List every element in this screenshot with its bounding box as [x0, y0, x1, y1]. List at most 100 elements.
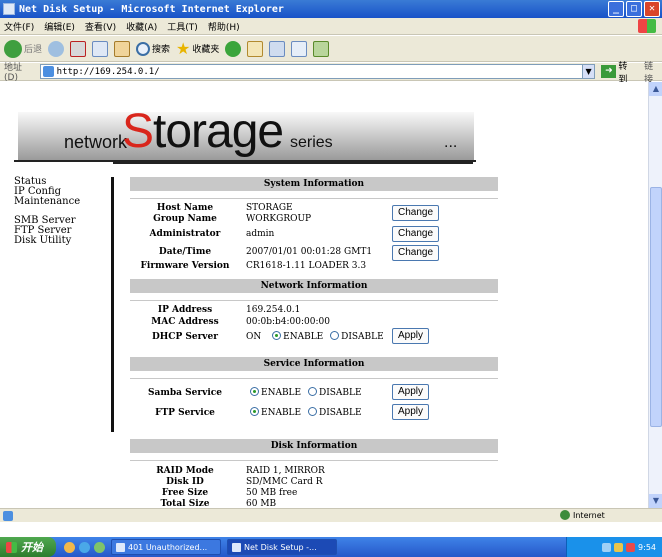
maximize-button[interactable]: □	[626, 1, 642, 17]
messenger-icon[interactable]	[313, 40, 330, 57]
network-info-header: Network Information	[130, 279, 498, 293]
search-icon	[136, 41, 151, 56]
ie-task-icon	[232, 542, 241, 552]
tray-volume-icon[interactable]	[614, 542, 624, 552]
free-size-value: 50 MB free	[246, 487, 298, 498]
taskbar-item-unauthorized[interactable]: 401 Unauthorized...	[111, 539, 221, 555]
start-button[interactable]: 开始	[0, 537, 56, 557]
date-time-value: 2007/01/01 00:01:28 GMT1	[246, 246, 373, 257]
logo-storage-s: S	[122, 105, 154, 158]
disk-id-label: Disk ID	[166, 476, 204, 487]
edit-icon[interactable]	[291, 40, 308, 57]
minimize-button[interactable]: _	[608, 1, 624, 17]
search-label: 搜索	[152, 45, 171, 55]
ftp-disable-label: DISABLE	[318, 408, 362, 418]
logo-series-text: series	[290, 134, 333, 151]
logo-dots: ...	[444, 134, 458, 151]
samba-enable-radio[interactable]	[250, 387, 259, 396]
change-host-button[interactable]: Change	[392, 205, 440, 221]
disk-info-section: RAID Mode RAID 1, MIRROR Disk ID SD/MMC …	[130, 453, 498, 508]
menu-tools[interactable]: 工具(T)	[167, 20, 198, 33]
menu-favorites[interactable]: 收藏(A)	[126, 20, 157, 33]
quick-launch-ie-icon[interactable]	[79, 541, 90, 553]
search-button[interactable]: 搜索	[136, 41, 171, 56]
favorites-button[interactable]: ★ 收藏夹	[176, 40, 219, 57]
service-info-header: Service Information	[130, 357, 498, 371]
scroll-thumb[interactable]	[650, 187, 662, 427]
dhcp-options: ON ENABLE DISABLE	[240, 331, 384, 342]
nav-maintenance[interactable]: Maintenance	[14, 197, 109, 207]
go-label: 转到	[618, 61, 628, 85]
system-info-section: Host Name STORAGE Group Name WORKGROUP A…	[130, 191, 498, 271]
samba-apply-button[interactable]: Apply	[392, 384, 430, 400]
nav-disk-utility[interactable]: Disk Utility	[14, 236, 109, 246]
close-button[interactable]: ✕	[644, 1, 660, 17]
dhcp-server-row: DHCP Server ON ENABLE DISABLE	[130, 330, 384, 343]
samba-service-row: Samba Service ENABLE DISABLE	[130, 386, 362, 399]
address-bar: 地址(D) http://169.254.0.1/ ▼ ➜ 转到 链接	[0, 62, 662, 85]
change-admin-button[interactable]: Change	[392, 226, 440, 242]
quick-launch-desktop-icon[interactable]	[64, 541, 75, 553]
address-url: http://169.254.0.1/	[56, 66, 160, 77]
address-dropdown-icon[interactable]: ▼	[581, 64, 596, 79]
mac-address-label: MAC Address	[151, 316, 219, 327]
raid-mode-value: RAID 1, MIRROR	[246, 465, 325, 476]
refresh-icon[interactable]	[92, 40, 109, 57]
internet-globe-icon	[560, 510, 570, 520]
dhcp-server-label: DHCP Server	[151, 331, 219, 342]
links-label[interactable]: 链接	[644, 59, 662, 85]
administrator-value: admin	[246, 228, 275, 239]
forward-button[interactable]	[48, 40, 65, 57]
dhcp-apply-button[interactable]: Apply	[392, 328, 430, 344]
administrator-label: Administrator	[149, 228, 221, 239]
dhcp-disable-label: DISABLE	[341, 332, 384, 342]
start-label: 开始	[21, 541, 43, 554]
address-input[interactable]: http://169.254.0.1/	[39, 64, 583, 79]
ip-address-value: 169.254.0.1	[246, 304, 301, 315]
dhcp-status: ON	[246, 332, 262, 342]
ftp-service-row: FTP Service ENABLE DISABLE	[130, 406, 362, 419]
home-icon[interactable]	[114, 40, 131, 57]
menu-help[interactable]: 帮助(H)	[208, 20, 240, 33]
go-arrow-icon: ➜	[601, 65, 617, 78]
service-info-section: Samba Service ENABLE DISABLE FTP Service…	[130, 371, 498, 423]
mail-icon[interactable]	[247, 40, 264, 57]
go-button[interactable]: ➜ 转到	[601, 59, 636, 85]
menu-view[interactable]: 查看(V)	[85, 20, 116, 33]
system-tray: 9:54	[566, 537, 662, 557]
dhcp-disable-radio[interactable]	[330, 331, 340, 340]
dhcp-enable-radio[interactable]	[272, 331, 282, 340]
tray-network-icon[interactable]	[602, 542, 612, 552]
back-arrow-icon	[4, 39, 22, 58]
ie-app-icon	[3, 3, 15, 15]
samba-disable-radio[interactable]	[307, 387, 317, 396]
tray-security-icon[interactable]	[626, 542, 636, 552]
scroll-down-icon[interactable]: ▼	[649, 494, 662, 508]
scroll-up-icon[interactable]: ▲	[649, 82, 662, 96]
samba-options: ENABLE DISABLE	[240, 387, 362, 398]
menu-file[interactable]: 文件(F)	[4, 20, 34, 33]
menu-edit[interactable]: 编辑(E)	[44, 20, 75, 33]
ftp-disable-radio[interactable]	[307, 407, 317, 416]
menu-bar: 文件(F) 编辑(E) 查看(V) 收藏(A) 工具(T) 帮助(H)	[0, 18, 662, 35]
taskbar-item-net-disk-setup[interactable]: Net Disk Setup -...	[227, 539, 337, 555]
total-size-label: Total Size	[160, 498, 210, 509]
group-name-value: WORKGROUP	[246, 213, 312, 224]
firmware-value: CR1618-1.11 LOADER 3.3	[246, 260, 367, 271]
print-icon[interactable]	[269, 40, 286, 57]
ftp-apply-button[interactable]: Apply	[392, 404, 430, 420]
disk-info-header: Disk Information	[130, 439, 498, 453]
start-flag-icon	[6, 541, 17, 553]
window-title-bar[interactable]: Net Disk Setup - Microsoft Internet Expl…	[0, 0, 662, 18]
system-info-header: System Information	[130, 177, 498, 191]
back-button[interactable]: 后退	[4, 39, 42, 58]
administrator-row: Administrator admin	[130, 227, 275, 240]
quick-launch-media-icon[interactable]	[94, 541, 105, 553]
ftp-enable-radio[interactable]	[250, 407, 259, 416]
network-storage-logo: network Storage series ...	[14, 105, 476, 164]
change-datetime-button[interactable]: Change	[392, 245, 440, 261]
media-icon[interactable]	[225, 40, 242, 57]
vertical-scrollbar[interactable]: ▲ ▼	[648, 82, 662, 508]
logo-network-text: network	[64, 132, 128, 152]
stop-icon[interactable]	[70, 40, 87, 57]
